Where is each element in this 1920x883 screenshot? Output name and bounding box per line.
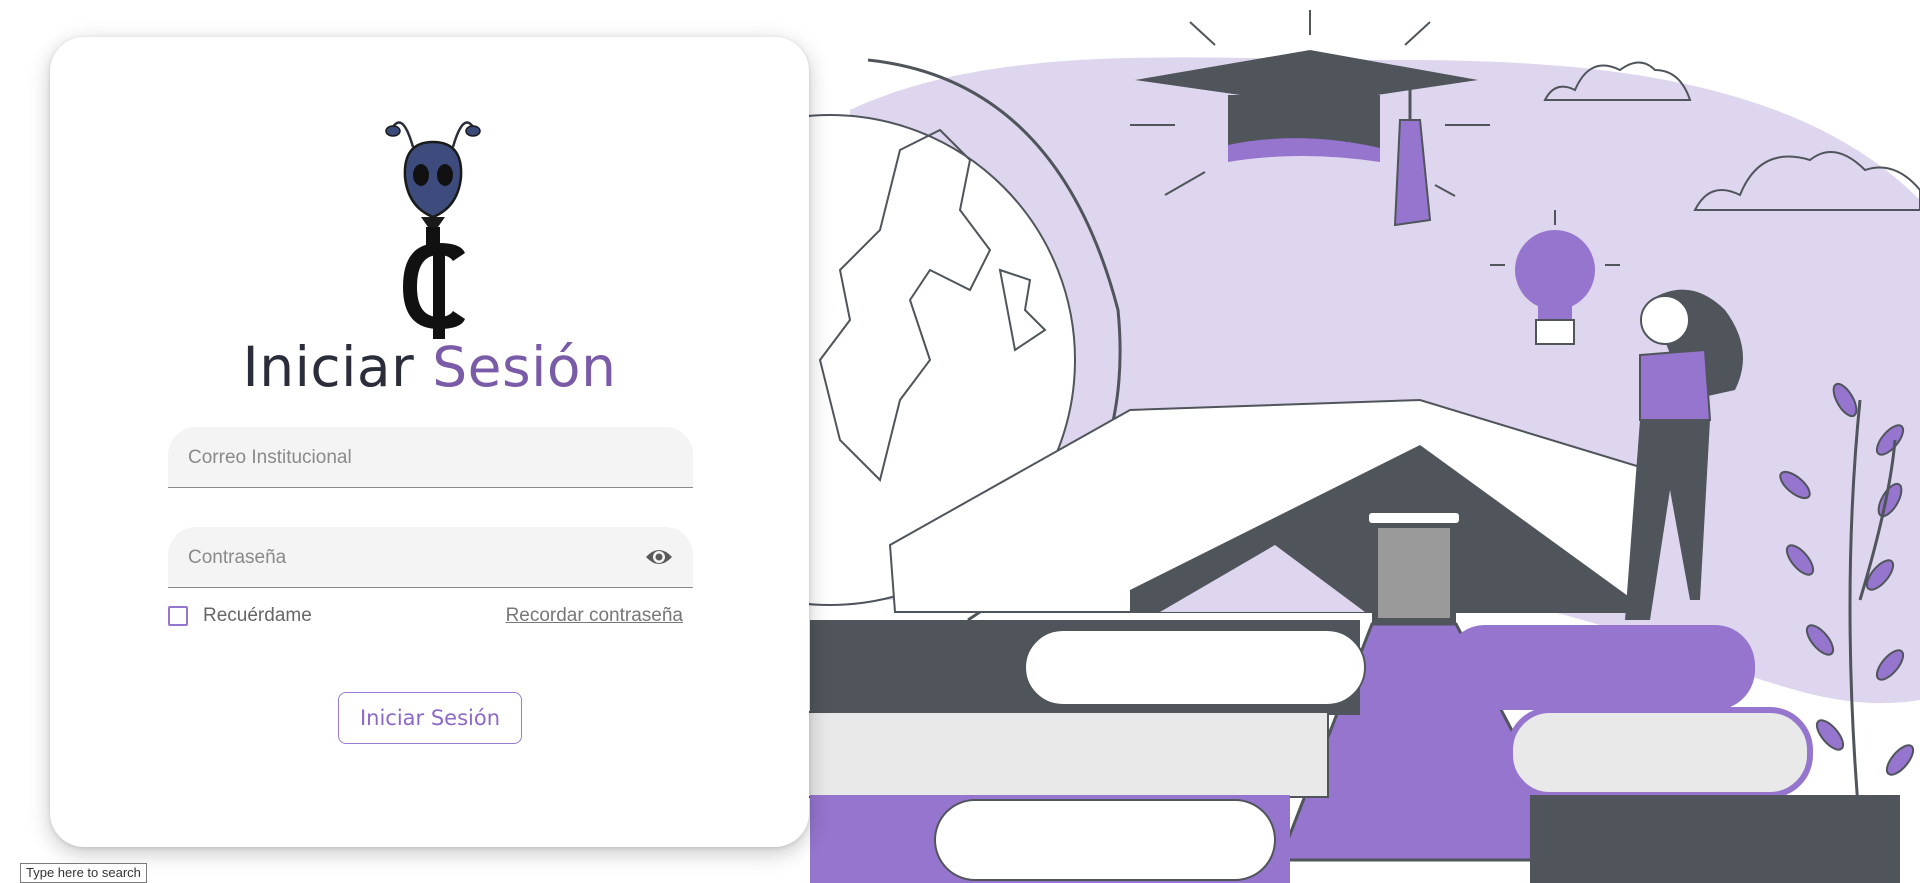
title-accent-text: Sesión xyxy=(432,335,617,399)
eye-icon[interactable] xyxy=(645,545,673,569)
book-stack xyxy=(1507,707,1813,798)
password-field[interactable] xyxy=(186,527,630,589)
page-title: Iniciar Sesión xyxy=(50,327,809,407)
book-stack xyxy=(934,799,1276,881)
login-card: Iniciar Sesión Recuérdame Recordar contr… xyxy=(50,37,809,847)
book-stack xyxy=(1530,795,1900,883)
remember-checkbox[interactable] xyxy=(168,606,188,626)
remember-me: Recuérdame xyxy=(168,603,312,629)
book-stack xyxy=(1445,625,1755,710)
forgot-password-link[interactable]: Recordar contraseña xyxy=(506,603,683,629)
remember-label: Recuérdame xyxy=(203,605,312,626)
email-field[interactable] xyxy=(186,427,630,489)
book-stack xyxy=(807,711,1329,798)
ant-cent-logo-icon xyxy=(385,121,481,339)
title-text: Iniciar xyxy=(242,335,433,399)
password-field-container xyxy=(168,527,693,589)
login-button[interactable]: Iniciar Sesión xyxy=(338,692,522,744)
book-stack xyxy=(1024,629,1366,706)
email-field-container xyxy=(168,427,693,489)
taskbar-search-box[interactable]: Type here to search xyxy=(20,863,147,883)
